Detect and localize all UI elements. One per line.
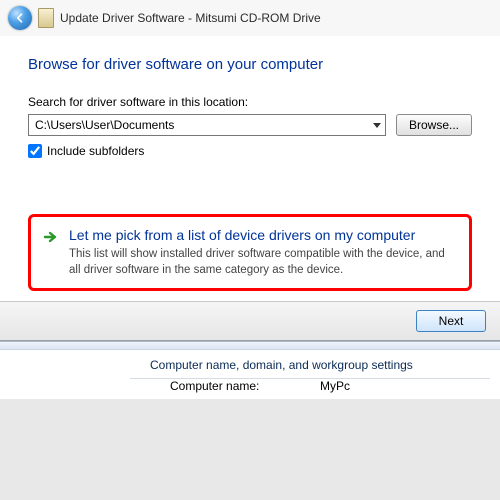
wizard-titlebar: Update Driver Software - Mitsumi CD-ROM … bbox=[0, 0, 500, 36]
titlebar-text: Update Driver Software - Mitsumi CD-ROM … bbox=[60, 11, 321, 25]
search-location-label: Search for driver software in this locat… bbox=[28, 95, 472, 109]
section-heading: Computer name, domain, and workgroup set… bbox=[0, 350, 500, 378]
back-button[interactable] bbox=[8, 6, 32, 30]
search-location-value: C:\Users\User\Documents bbox=[35, 118, 174, 132]
pick-from-list-desc: This list will show installed driver sof… bbox=[69, 247, 457, 278]
pick-from-list-title: Let me pick from a list of device driver… bbox=[69, 227, 457, 243]
computer-name-value: MyPc bbox=[320, 379, 350, 393]
page-heading: Browse for driver software on your compu… bbox=[28, 56, 472, 73]
system-properties-panel: Computer name, domain, and workgroup set… bbox=[0, 341, 500, 399]
green-arrow-icon bbox=[43, 229, 59, 245]
search-location-combo[interactable]: C:\Users\User\Documents bbox=[28, 114, 386, 136]
next-button[interactable]: Next bbox=[416, 310, 486, 332]
computer-name-key: Computer name: bbox=[170, 379, 280, 393]
chevron-down-icon bbox=[373, 123, 381, 128]
include-subfolders-checkbox[interactable] bbox=[28, 144, 42, 158]
wizard-footer: Next bbox=[0, 301, 500, 340]
pick-from-list-option[interactable]: Let me pick from a list of device driver… bbox=[28, 214, 472, 291]
pane-header-strip bbox=[0, 342, 500, 350]
wizard-content: Browse for driver software on your compu… bbox=[0, 36, 500, 301]
browse-button[interactable]: Browse... bbox=[396, 114, 472, 136]
include-subfolders-label: Include subfolders bbox=[47, 144, 144, 158]
title-file-icon bbox=[38, 8, 54, 28]
back-arrow-icon bbox=[14, 12, 26, 24]
